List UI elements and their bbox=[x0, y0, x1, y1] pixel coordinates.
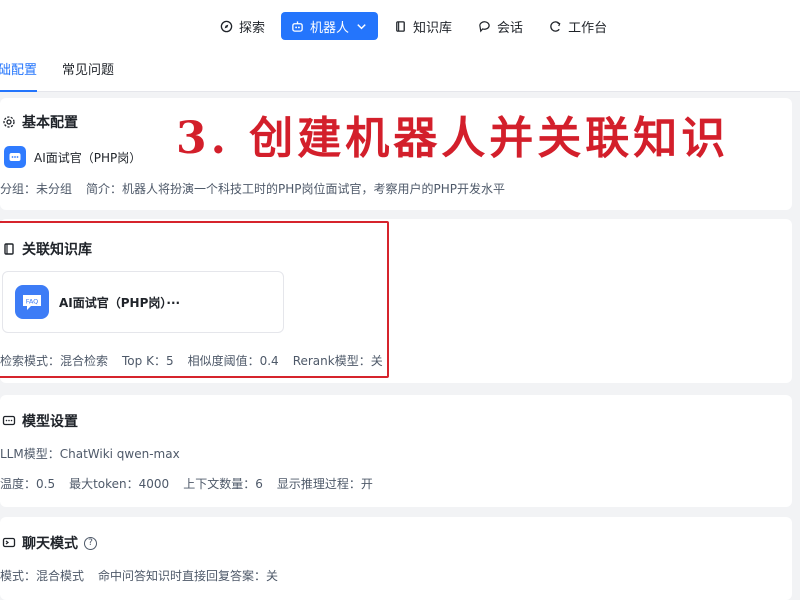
nav-workbench-label: 工作台 bbox=[568, 20, 608, 36]
max-token: 最大token：4000 bbox=[69, 477, 170, 491]
bot-name: AI面试官（PHP岗） bbox=[34, 150, 142, 165]
tab-basic-config[interactable]: 础配置 bbox=[0, 52, 38, 92]
help-icon[interactable]: ? bbox=[84, 536, 97, 550]
chat-settings: 模式：混合模式 命中问答知识时直接回复答案：关 bbox=[0, 567, 278, 584]
sub-tabs: 础配置 常见问题 bbox=[0, 52, 800, 92]
nav-explore-label: 探索 bbox=[239, 20, 266, 36]
chat-mode-heading: 聊天模式 ? bbox=[2, 533, 97, 553]
basic-config-heading: 基本配置 bbox=[2, 112, 78, 132]
chat-mode-title: 聊天模式 bbox=[22, 536, 78, 552]
context-count: 上下文数量：6 bbox=[183, 477, 263, 491]
workbench-icon bbox=[550, 20, 561, 32]
chat-mode: 模式：混合模式 bbox=[0, 569, 85, 583]
gear-icon bbox=[3, 116, 15, 128]
temperature: 温度：0.5 bbox=[0, 477, 56, 491]
bot-info: AI面试官（PHP岗） bbox=[4, 146, 141, 168]
top-bar: 探索 机器人 知识库 会话 工作台 bbox=[0, 0, 800, 52]
model-settings-title: 模型设置 bbox=[22, 414, 78, 430]
chevron-down-icon bbox=[357, 23, 366, 29]
model-settings-heading: 模型设置 bbox=[2, 411, 78, 431]
model-settings-card: 模型设置 LLM模型：ChatWiki qwen-max 温度：0.5 最大tok… bbox=[0, 395, 792, 507]
direct-reply: 命中问答知识时直接回复答案：关 bbox=[98, 569, 279, 583]
nav-robot[interactable]: 机器人 bbox=[281, 12, 379, 40]
bot-group: 分组：未分组 bbox=[0, 182, 73, 196]
llm-model: LLM模型：ChatWiki qwen-max bbox=[0, 447, 180, 461]
nav-chat-label: 会话 bbox=[497, 20, 524, 36]
highlight-box bbox=[0, 221, 389, 378]
model-params: 温度：0.5 最大token：4000 上下文数量：6 显示推理过程：开 bbox=[0, 475, 373, 492]
nav-knowledge[interactable]: 知识库 bbox=[384, 12, 462, 40]
bot-meta: 分组：未分组 简介：机器人将扮演一个科技工时的PHP岗位面试官，考察用户的PHP开… bbox=[0, 180, 505, 197]
nav-knowledge-label: 知识库 bbox=[413, 20, 453, 36]
nav-workbench[interactable]: 工作台 bbox=[539, 12, 617, 40]
annotation-text: 3. 创建机器人并关联知识 bbox=[176, 113, 730, 164]
show-reasoning: 显示推理过程：开 bbox=[276, 477, 373, 491]
book-icon bbox=[396, 20, 405, 32]
bot-avatar-icon bbox=[4, 146, 26, 168]
robot-icon bbox=[292, 20, 303, 32]
chat-icon bbox=[479, 20, 490, 33]
nav-robot-label: 机器人 bbox=[310, 20, 350, 36]
compass-icon bbox=[220, 20, 233, 32]
main-nav: 探索 机器人 知识库 会话 工作台 bbox=[210, 12, 617, 40]
chat-mode-card: 聊天模式 ? 模式：混合模式 命中问答知识时直接回复答案：关 bbox=[0, 517, 792, 600]
nav-chat[interactable]: 会话 bbox=[468, 12, 533, 40]
message-icon bbox=[2, 415, 16, 426]
basic-config-title: 基本配置 bbox=[22, 115, 78, 131]
bot-intro: 简介：机器人将扮演一个科技工时的PHP岗位面试官，考察用户的PHP开发水平 bbox=[86, 182, 506, 196]
nav-explore[interactable]: 探索 bbox=[210, 12, 275, 40]
chat-mode-icon bbox=[2, 537, 16, 548]
tab-faq[interactable]: 常见问题 bbox=[62, 52, 114, 92]
